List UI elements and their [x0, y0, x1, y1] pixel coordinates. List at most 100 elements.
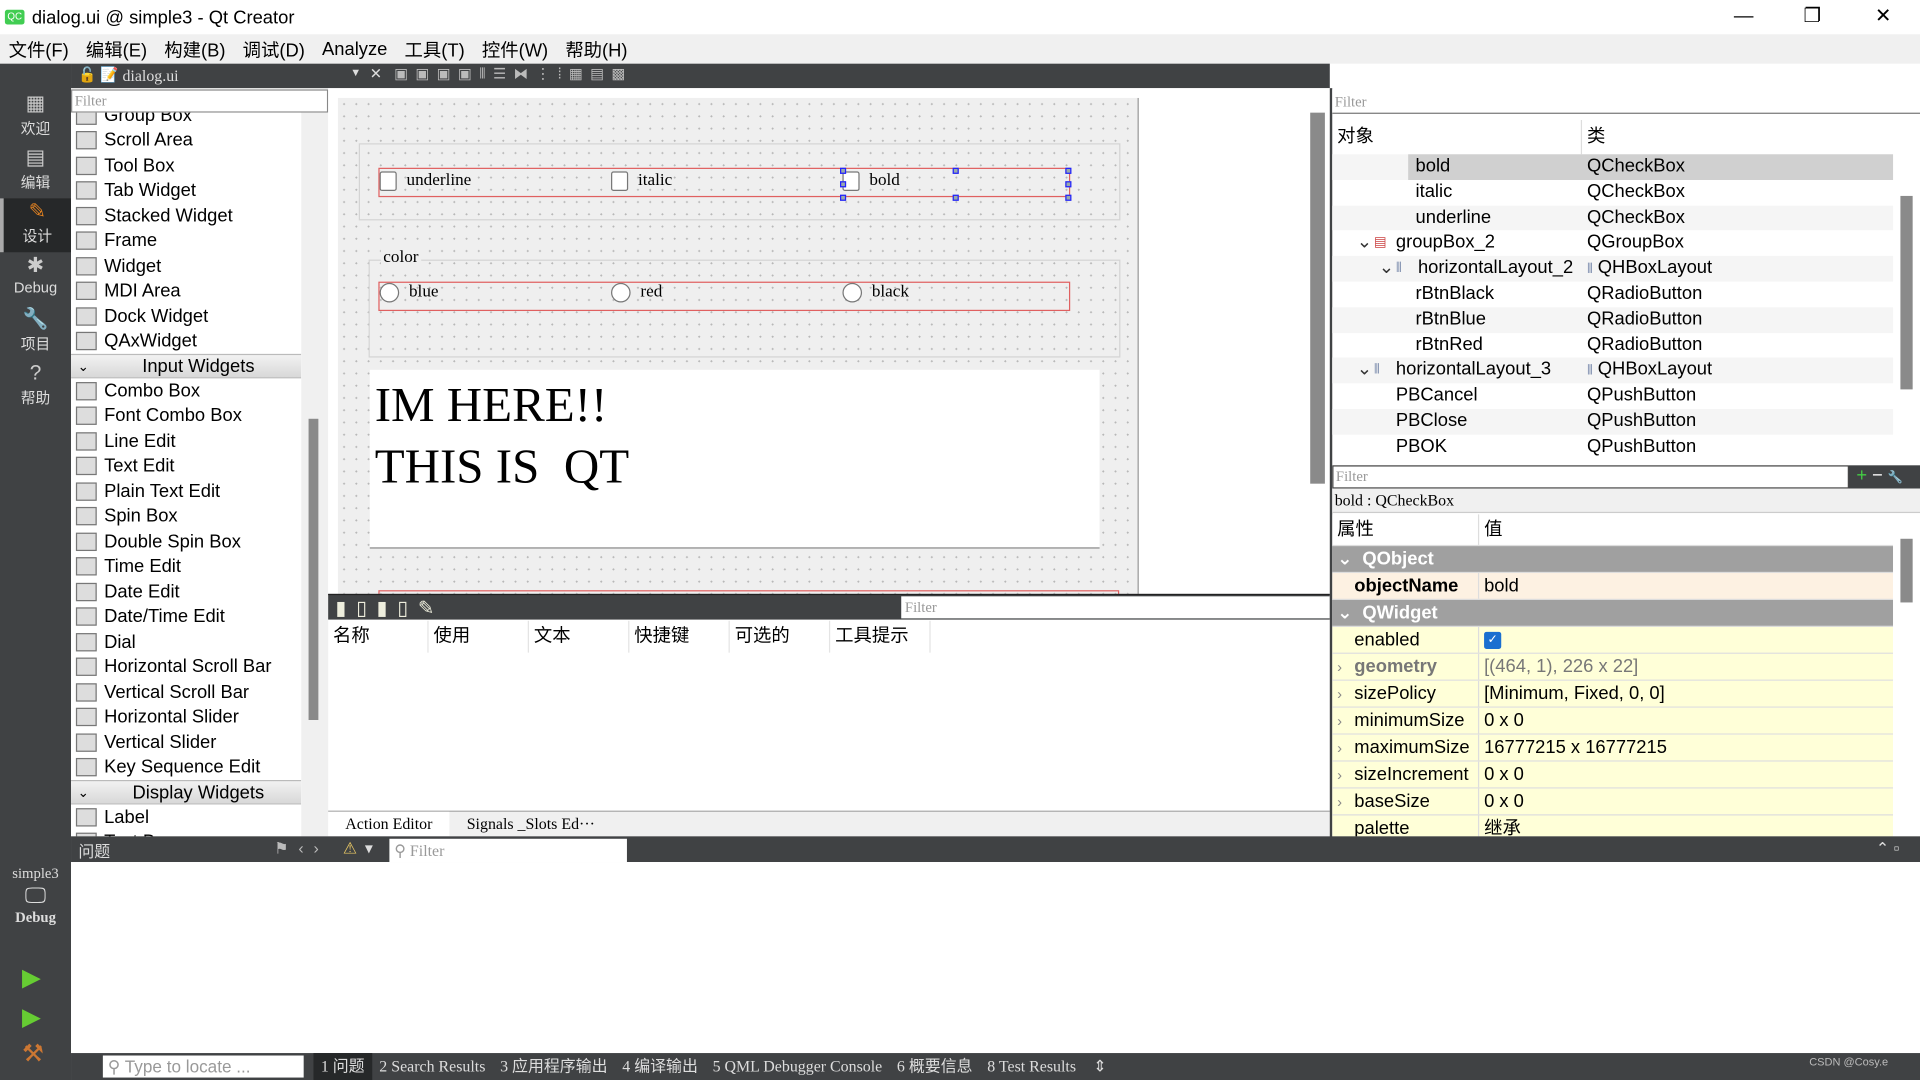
mode-grid[interactable]: ▦ 欢迎 — [0, 91, 71, 145]
menu-item[interactable]: Analyze — [313, 39, 396, 60]
property-row[interactable]: enabled ✓ — [1332, 626, 1894, 654]
close-button[interactable]: ✕ — [1849, 0, 1918, 34]
add-property-button[interactable]: + — [1856, 465, 1872, 486]
column-header[interactable]: 使用 — [429, 620, 529, 653]
expand-arrow-icon[interactable]: › — [1337, 681, 1342, 708]
chevron-down-icon[interactable]: ⌄ — [1337, 549, 1352, 570]
mode-pencil[interactable]: ✎ 设计 — [0, 198, 72, 253]
radio-red[interactable]: red — [611, 282, 662, 303]
output-tab[interactable]: 6 概要信息 — [890, 1053, 980, 1080]
expand-chevron-icon[interactable]: ⌄ — [1357, 231, 1372, 256]
selection-handle[interactable] — [1065, 167, 1072, 174]
layout-tools[interactable]: ▣▣▣▣⦀☰⧓⋮⁞▦▤▩ — [394, 65, 632, 83]
widget-item[interactable]: Line Edit — [71, 429, 301, 454]
object-inspector-filter[interactable]: Filter — [1332, 89, 1920, 114]
property-value[interactable]: 继承 — [1479, 816, 1893, 836]
widget-item[interactable]: Plain Text Edit — [71, 479, 301, 504]
property-value[interactable]: bold — [1479, 573, 1893, 599]
property-row[interactable]: objectName bold — [1332, 573, 1894, 601]
widget-item[interactable]: Horizontal Slider — [71, 705, 301, 730]
object-row[interactable]: italic QCheckBox — [1332, 180, 1893, 205]
debug-run-icon[interactable]: ▶ — [22, 1002, 41, 1033]
widget-item[interactable]: Spin Box — [71, 504, 301, 529]
widget-item[interactable]: Text Edit — [71, 454, 301, 479]
property-filter[interactable]: Filter — [1332, 465, 1849, 489]
object-row[interactable]: ⌄ ⦀ horizontalLayout_3 ⦀ QHBoxLayout — [1332, 358, 1894, 384]
widget-item[interactable]: Tab Widget — [71, 178, 301, 203]
column-header[interactable]: 文本 — [529, 620, 630, 653]
object-row[interactable]: ⌄ ⦀ horizontalLayout_2 ⦀ QHBoxLayout — [1332, 256, 1894, 282]
selection-handle[interactable] — [1065, 181, 1072, 188]
category-display-widgets[interactable]: ⌄ Display Widgets — [71, 780, 302, 805]
widget-item[interactable]: Label — [71, 804, 301, 829]
widget-item[interactable]: QAxWidget — [71, 329, 301, 354]
object-row[interactable]: rBtnBlack QRadioButton — [1332, 282, 1893, 307]
widget-item[interactable]: Vertical Scroll Bar — [71, 680, 301, 705]
object-row[interactable]: underline QCheckBox — [1332, 205, 1894, 231]
widget-item[interactable]: Widget — [71, 253, 301, 278]
property-value[interactable]: [Minimum, Fixed, 0, 0] — [1479, 681, 1893, 707]
restore-button[interactable]: ❐ — [1778, 0, 1847, 34]
selection-handle[interactable] — [840, 167, 847, 174]
widget-item[interactable]: Dial — [71, 629, 301, 654]
object-row[interactable]: PBCancel QPushButton — [1332, 383, 1893, 408]
property-row[interactable]: › sizeIncrement 0 x 0 — [1332, 761, 1894, 789]
expand-arrow-icon[interactable]: › — [1337, 654, 1342, 681]
close-document-icon[interactable]: ✕ — [370, 65, 382, 82]
property-row[interactable]: ⌄ QWidget — [1332, 600, 1894, 627]
widget-item[interactable]: Time Edit — [71, 554, 301, 579]
object-row[interactable]: rBtnRed QRadioButton — [1332, 333, 1893, 358]
menu-item[interactable]: 调试(D) — [234, 36, 313, 62]
property-value[interactable]: [(464, 1), 226 x 22] — [1479, 654, 1893, 680]
property-value[interactable]: ✓ — [1479, 627, 1893, 653]
widget-item[interactable]: Scroll Area — [71, 128, 301, 153]
action-filter[interactable]: Filter — [901, 596, 1330, 619]
widget-item[interactable]: Tool Box — [71, 153, 301, 178]
tab-action-editor[interactable]: Action Editor — [328, 811, 450, 837]
warning-filter-icon[interactable]: ⚠ — [343, 839, 357, 859]
maximize-pane-icon[interactable]: ⌃ ▫ — [1876, 839, 1899, 859]
widget-item[interactable]: Key Sequence Edit — [71, 755, 301, 780]
property-row[interactable]: › minimumSize 0 x 0 — [1332, 707, 1894, 735]
menu-item[interactable]: 编辑(E) — [77, 36, 155, 62]
mode-bug[interactable]: ✱ Debug — [0, 252, 71, 306]
property-value[interactable]: 0 x 0 — [1479, 762, 1893, 788]
run-icon[interactable]: ▶ — [22, 962, 41, 993]
widget-box-filter[interactable]: Filter — [71, 89, 329, 113]
radio-black[interactable]: black — [842, 282, 909, 303]
filter-funnel-icon[interactable]: ▾ — [365, 839, 373, 859]
menu-item[interactable]: 帮助(H) — [557, 36, 636, 62]
tab-signals-slots[interactable]: Signals _Slots Ed··· — [450, 812, 613, 836]
output-tab[interactable]: 2 Search Results — [372, 1053, 493, 1080]
widget-item[interactable]: Stacked Widget — [71, 203, 301, 228]
property-value[interactable]: 0 x 0 — [1479, 708, 1893, 734]
chevron-down-icon[interactable]: ▼ — [350, 66, 361, 78]
property-value[interactable]: 0 x 0 — [1479, 789, 1893, 815]
column-header[interactable]: 可选的 — [730, 620, 831, 653]
expand-chevron-icon[interactable]: ⌄ — [1379, 256, 1394, 281]
widget-item[interactable]: Dock Widget — [71, 304, 301, 329]
form-vertical-scrollbar[interactable] — [1310, 112, 1325, 484]
widget-item[interactable]: Vertical Slider — [71, 730, 301, 755]
menu-item[interactable]: 工具(T) — [396, 36, 473, 62]
checkbox-bold[interactable]: bold — [842, 171, 900, 192]
object-row[interactable]: rBtnBlue QRadioButton — [1332, 307, 1894, 333]
expand-arrow-icon[interactable]: › — [1337, 762, 1342, 789]
open-file-combo[interactable]: dialog.ui — [122, 66, 178, 86]
object-inspector-scrollbar[interactable] — [1900, 195, 1913, 390]
selection-handle[interactable] — [840, 194, 847, 201]
menu-item[interactable]: 构建(B) — [156, 36, 234, 62]
property-row[interactable]: › sizePolicy [Minimum, Fixed, 0, 0] — [1332, 680, 1894, 708]
build-hammer-icon[interactable]: ⚒ — [22, 1038, 44, 1069]
output-tab[interactable]: 4 编译输出 — [615, 1053, 705, 1080]
property-row[interactable]: › geometry [(464, 1), 226 x 22] — [1332, 653, 1894, 681]
locator-input[interactable]: ⚲ Type to locate ... — [102, 1055, 304, 1078]
checkbox-checked-icon[interactable]: ✓ — [1484, 631, 1502, 650]
widget-item[interactable]: Double Spin Box — [71, 529, 301, 554]
mode-document[interactable]: ▤ 编辑 — [0, 144, 71, 198]
output-tab[interactable]: 5 QML Debugger Console — [705, 1053, 889, 1080]
mode-wrench[interactable]: 🔧 项目 — [0, 306, 71, 360]
issues-nav-icons[interactable]: ⚑‹› — [274, 839, 328, 859]
chevron-down-icon[interactable]: ⌄ — [1337, 602, 1352, 623]
menu-item[interactable]: 文件(F) — [0, 36, 77, 62]
